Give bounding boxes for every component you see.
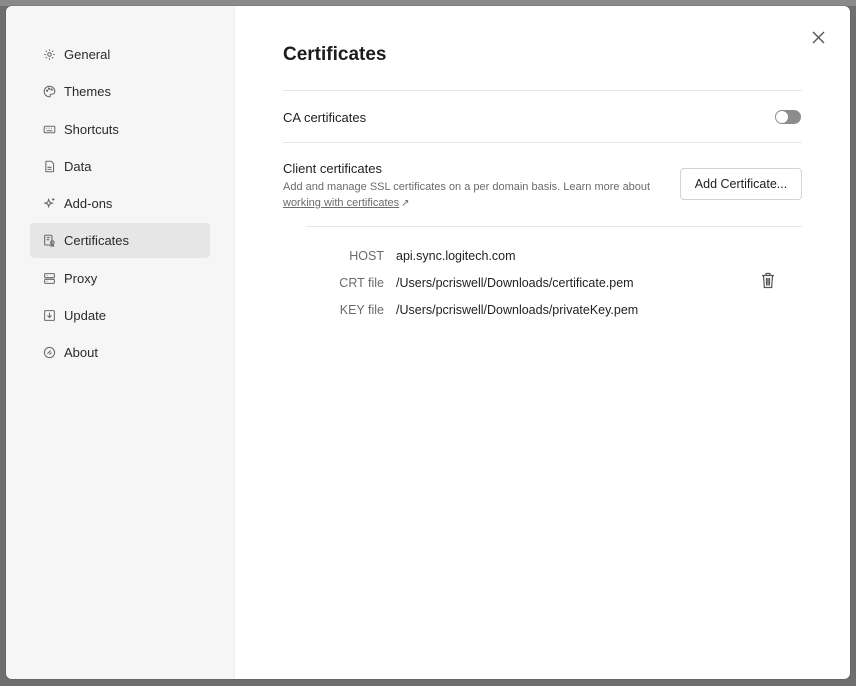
certificate-divider [306, 226, 802, 227]
sidebar-item-themes[interactable]: Themes [30, 74, 210, 109]
client-certificates-section: Client certificates Add and manage SSL c… [283, 161, 663, 211]
sidebar-item-label: Add-ons [64, 196, 113, 212]
close-icon [812, 31, 825, 49]
sidebar-item-label: Themes [64, 84, 111, 100]
link-text: working with certificates [283, 196, 400, 209]
close-button[interactable] [808, 30, 828, 50]
toggle-knob [776, 111, 788, 123]
key-value: /Users/pcriswell/Downloads/privateKey.pe… [396, 302, 639, 317]
sidebar-nav: General Themes Shortcuts Data Add-ons Ce… [30, 37, 210, 373]
sidebar-item-label: Proxy [64, 270, 98, 286]
sidebar-item-update[interactable]: Update [30, 298, 210, 333]
client-certificates-description: Add and manage SSL certificates on a per… [283, 180, 663, 211]
sidebar-item-label: Update [64, 308, 106, 324]
section-divider [283, 142, 802, 143]
trash-icon [761, 272, 775, 293]
section-divider [283, 90, 802, 91]
ca-certificates-row: CA certificates [283, 104, 802, 130]
sidebar-item-about[interactable]: About [30, 335, 210, 370]
sidebar-item-label: General [64, 47, 111, 62]
database-icon [42, 159, 56, 173]
page-title: Certificates [283, 44, 387, 65]
certificate-entry: HOST api.sync.logitech.com CRT file /Use… [283, 242, 802, 323]
proxy-icon [42, 271, 56, 285]
working-with-certificates-link[interactable]: working with certificates [283, 197, 399, 209]
add-certificate-button[interactable]: Add Certificate... [680, 168, 802, 200]
certificates-panel: Certificates CA certificates Client cert… [283, 6, 802, 679]
client-desc-text: Add and manage SSL certificates on a per… [283, 181, 651, 193]
certificate-host-row: HOST api.sync.logitech.com [283, 242, 802, 269]
certificate-icon [42, 234, 56, 248]
gear-icon [42, 48, 56, 62]
client-certificates-title: Client certificates [283, 161, 382, 176]
certificate-crt-row: CRT file /Users/pcriswell/Downloads/cert… [283, 269, 802, 296]
sidebar-item-data[interactable]: Data [30, 149, 210, 184]
certificate-key-row: KEY file /Users/pcriswell/Downloads/priv… [283, 296, 802, 323]
crt-value: /Users/pcriswell/Downloads/certificate.p… [396, 275, 634, 290]
info-icon [42, 346, 56, 360]
key-label: KEY file [339, 302, 384, 317]
sidebar-item-label: Data [64, 158, 92, 174]
settings-sidebar: General Themes Shortcuts Data Add-ons Ce… [6, 6, 235, 679]
sidebar-item-certificates[interactable]: Certificates [30, 223, 210, 259]
settings-dialog: General Themes Shortcuts Data Add-ons Ce… [6, 6, 850, 679]
palette-icon [42, 85, 56, 99]
sidebar-item-label: Certificates [64, 233, 130, 249]
delete-certificate-button[interactable] [761, 272, 775, 289]
sidebar-item-label: Shortcuts [64, 121, 119, 137]
sidebar-item-proxy[interactable]: Proxy [30, 261, 210, 296]
ca-certificates-label: CA certificates [283, 109, 367, 125]
crt-label: CRT file [339, 275, 384, 290]
download-icon [42, 309, 56, 323]
host-value: api.sync.logitech.com [396, 248, 516, 263]
sidebar-item-add-ons[interactable]: Add-ons [30, 186, 210, 221]
sidebar-item-general[interactable]: General [30, 37, 210, 72]
external-link-icon: ↗ [401, 197, 410, 209]
host-label: HOST [349, 248, 384, 263]
sidebar-item-label: About [64, 345, 98, 361]
sparkle-icon [42, 197, 56, 211]
sidebar-item-shortcuts[interactable]: Shortcuts [30, 112, 210, 147]
keyboard-icon [42, 122, 56, 136]
ca-certificates-toggle[interactable] [775, 110, 801, 124]
